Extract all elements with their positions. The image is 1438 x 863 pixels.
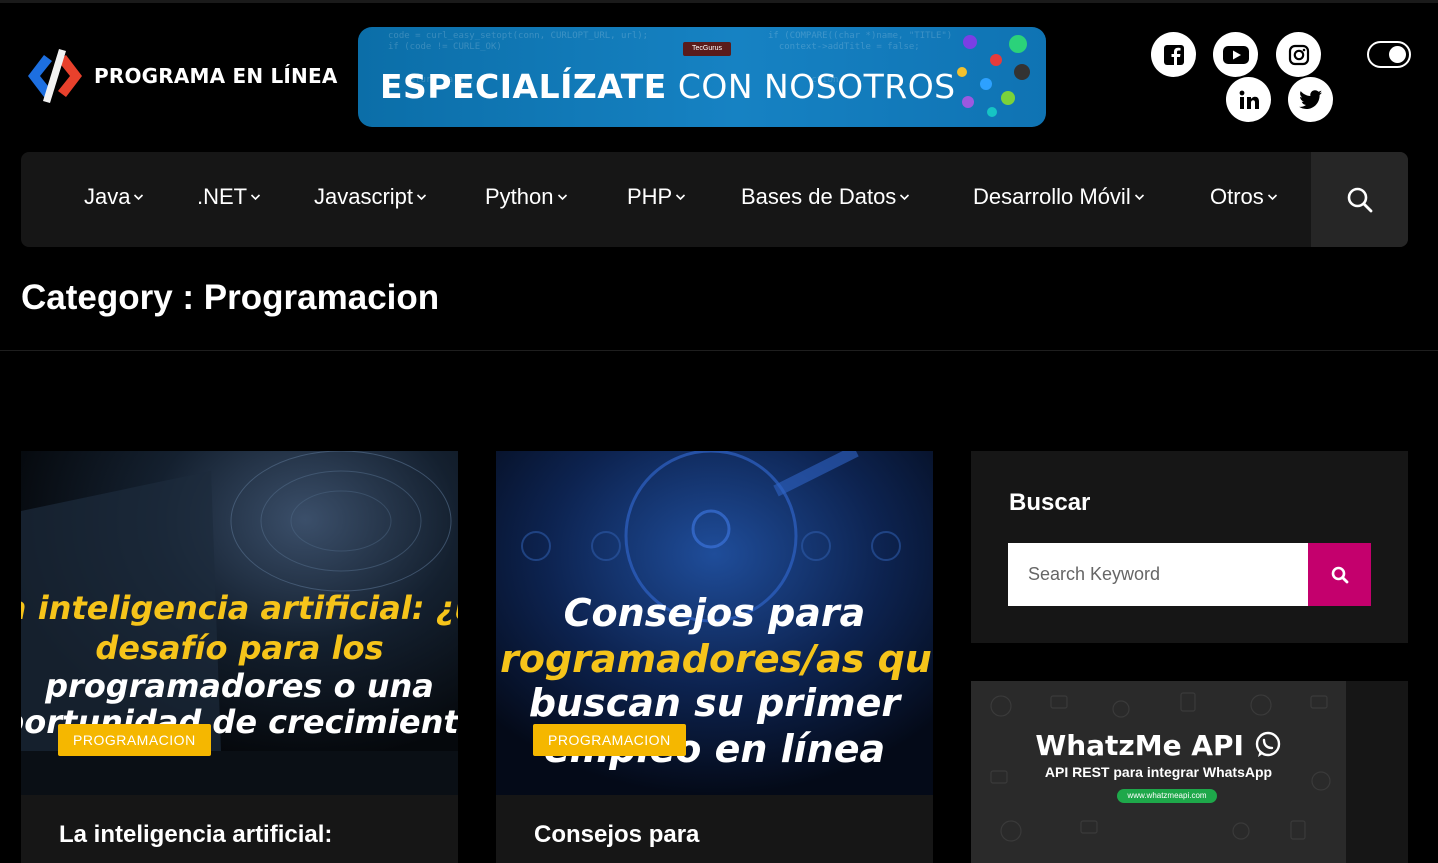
nav-item-desarrollo-movil[interactable]: Desarrollo Móvil <box>973 184 1145 210</box>
nav-item-label: .NET <box>197 184 248 209</box>
top-border <box>0 0 1438 3</box>
chevron-down-icon <box>676 194 686 201</box>
nav-item-java[interactable]: Java <box>84 184 144 210</box>
ad-subtitle: API REST para integrar WhatsApp <box>1044 764 1273 780</box>
nav-item-javascript[interactable]: Javascript <box>314 184 427 210</box>
nav-item-label: Java <box>84 184 131 209</box>
banner-headline-rest: CON NOSOTROS <box>677 67 956 106</box>
post-title[interactable]: La inteligencia artificial: <box>59 819 429 851</box>
banner-headline-bold: ESPECIALÍZATE <box>380 67 667 106</box>
thumbnail-line: rogramadores/as qu <box>500 637 932 681</box>
search-icon <box>1331 566 1348 583</box>
search-submit-button[interactable] <box>1308 543 1371 606</box>
twitter-icon <box>1298 89 1322 109</box>
post-title[interactable]: Consejos para <box>534 819 904 851</box>
facebook-icon <box>1163 44 1184 65</box>
thumbnail-line: Consejos para <box>563 591 866 635</box>
toggle-knob <box>1389 46 1406 63</box>
site-logo[interactable]: PROGRAMA EN LÍNEA <box>26 45 338 107</box>
nav-item-dotnet[interactable]: .NET <box>197 184 261 210</box>
twitter-link[interactable] <box>1288 77 1333 122</box>
header-banner-ad[interactable]: code = curl_easy_setopt(conn, CURLOPT_UR… <box>358 27 1046 127</box>
nav-item-label: Bases de Datos <box>741 184 897 209</box>
chevron-down-icon <box>134 194 144 201</box>
chevron-down-icon <box>900 194 910 201</box>
logo-icon <box>26 45 84 107</box>
nav-item-python[interactable]: Python <box>485 184 568 210</box>
chevron-down-icon <box>557 194 567 201</box>
post-card[interactable]: a inteligencia artificial: ¿u desafío pa… <box>21 451 458 863</box>
main-navigation: Java .NET Javascript Python PHP Bases de… <box>21 152 1408 247</box>
search-input[interactable] <box>1008 543 1308 606</box>
nav-item-label: Javascript <box>314 184 414 209</box>
dark-mode-toggle[interactable] <box>1367 41 1411 68</box>
chevron-down-icon <box>1134 194 1144 201</box>
banner-tech-icons <box>957 35 1030 117</box>
thumbnail-line: programadores o una <box>45 667 434 705</box>
post-card[interactable]: Consejos para rogramadores/as qu buscan … <box>496 451 933 863</box>
nav-item-label: Desarrollo Móvil <box>973 184 1131 209</box>
logo-text: PROGRAMA EN LÍNEA <box>94 64 338 88</box>
facebook-link[interactable] <box>1151 32 1196 77</box>
instagram-icon <box>1288 44 1309 65</box>
nav-item-label: Python <box>485 184 554 209</box>
thumbnail-line: desafío para los <box>95 629 384 667</box>
nav-item-php[interactable]: PHP <box>627 184 686 210</box>
search-widget: Buscar <box>971 451 1408 643</box>
youtube-icon <box>1222 45 1249 64</box>
sidebar-ad-widget[interactable]: WhatzMe API API REST para integrar Whats… <box>971 681 1408 863</box>
chevron-down-icon <box>1267 194 1277 201</box>
nav-item-otros[interactable]: Otros <box>1210 184 1278 210</box>
chevron-down-icon <box>251 194 261 201</box>
whatzme-ad-banner[interactable]: WhatzMe API API REST para integrar Whats… <box>971 681 1346 863</box>
banner-brand-logo: TecGurus <box>683 42 731 56</box>
page-title: Category : Programacion <box>21 278 440 317</box>
nav-item-label: PHP <box>627 184 673 209</box>
thumbnail-line: a inteligencia artificial: ¿u <box>21 589 458 627</box>
whatsapp-icon <box>1255 731 1280 757</box>
nav-search-button[interactable] <box>1311 152 1408 247</box>
widget-title: Buscar <box>1009 489 1091 516</box>
youtube-link[interactable] <box>1213 32 1258 77</box>
linkedin-icon <box>1239 90 1259 109</box>
section-divider <box>0 350 1438 351</box>
chevron-down-icon <box>416 194 427 201</box>
ad-title: WhatzMe API <box>971 729 1346 762</box>
banner-headline: ESPECIALÍZATE CON NOSOTROS <box>380 67 956 106</box>
nav-item-label: Otros <box>1210 184 1264 209</box>
category-badge[interactable]: PROGRAMACION <box>533 724 686 756</box>
ad-url-badge: www.whatzmeapi.com <box>1117 789 1217 803</box>
nav-item-bases-de-datos[interactable]: Bases de Datos <box>741 184 910 210</box>
thumbnail-line: buscan su primer <box>528 681 901 725</box>
search-icon <box>1347 187 1372 212</box>
linkedin-link[interactable] <box>1226 77 1271 122</box>
category-badge[interactable]: PROGRAMACION <box>58 724 211 756</box>
instagram-link[interactable] <box>1276 32 1321 77</box>
